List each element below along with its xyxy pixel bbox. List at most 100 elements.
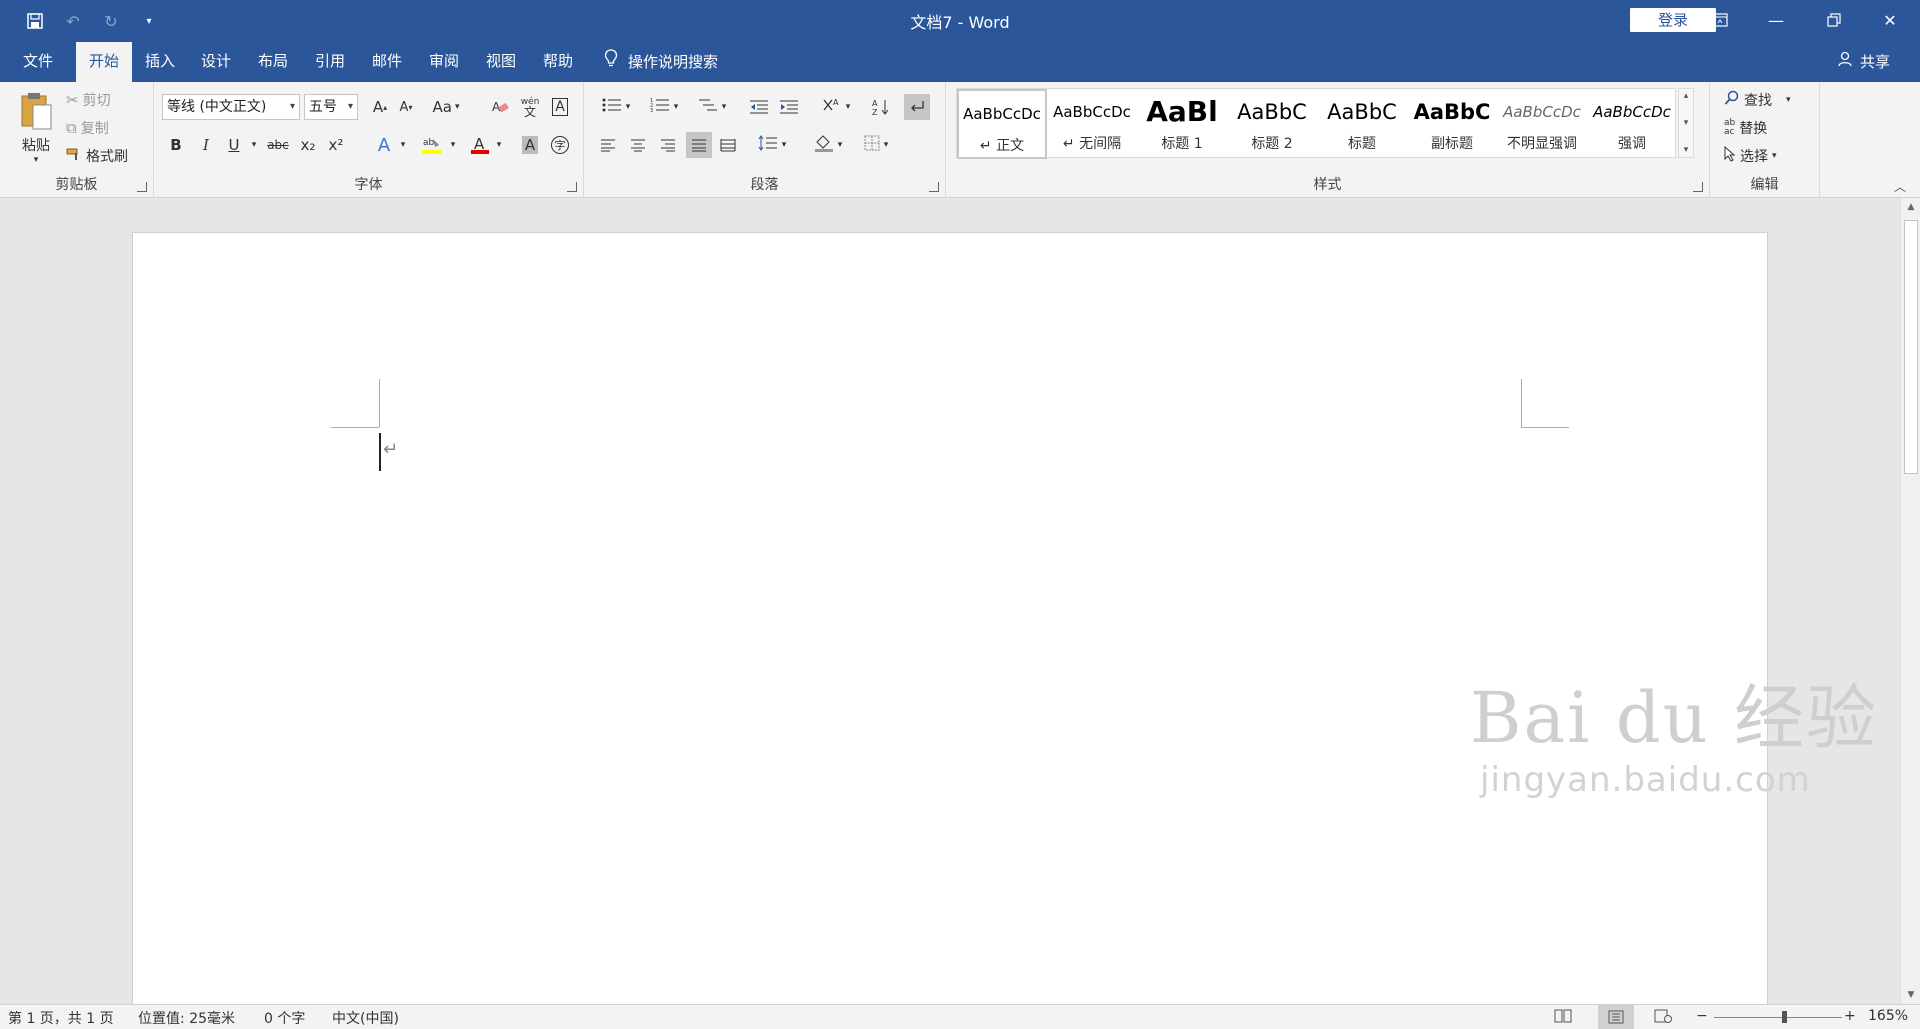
tab-home[interactable]: 开始 (76, 42, 132, 82)
character-shading-icon[interactable]: A (518, 132, 542, 158)
tell-me-search[interactable]: 操作说明搜索 (604, 42, 718, 82)
styles-gallery-scroll[interactable]: ▴ ▾ ▾ (1678, 88, 1694, 158)
ribbon-tabs: 文件 开始 插入 设计 布局 引用 邮件 审阅 视图 帮助 操作说明搜索 共享 (0, 42, 1920, 82)
bold-button[interactable]: B (164, 132, 188, 158)
font-color-icon[interactable]: A (468, 132, 492, 158)
crop-mark-top-right-v (1521, 379, 1522, 427)
language[interactable]: 中文(中国) (332, 1008, 399, 1028)
zoom-slider-track[interactable] (1714, 1017, 1842, 1018)
close-icon[interactable]: ✕ (1862, 0, 1918, 40)
cut-button[interactable]: ✂ 剪切 (66, 88, 111, 112)
style-normal[interactable]: AaBbCcDc ↵ 正文 (957, 89, 1047, 159)
align-left-icon[interactable] (596, 132, 620, 158)
find-button[interactable]: 查找 ▾ (1724, 88, 1791, 112)
superscript-button[interactable]: x² (324, 132, 348, 158)
scrollbar-thumb[interactable] (1904, 220, 1918, 474)
shading-button[interactable]: ▾ (808, 132, 848, 158)
style-title[interactable]: AaBbC 标题 (1317, 89, 1407, 159)
justify-icon[interactable] (686, 132, 712, 158)
more-styles-icon[interactable]: ▾ (1684, 145, 1689, 155)
tab-review[interactable]: 审阅 (416, 42, 472, 82)
text-effects-icon[interactable]: A (372, 132, 396, 158)
strikethrough-button[interactable]: abc (264, 132, 292, 158)
scroll-down-icon[interactable]: ▼ (1901, 986, 1920, 1004)
chevron-down-icon[interactable]: ▾ (448, 132, 458, 158)
select-button[interactable]: 选择 ▾ (1724, 144, 1777, 168)
minimize-icon[interactable]: — (1748, 0, 1804, 40)
decrease-indent-icon[interactable] (746, 94, 772, 120)
numbering-button[interactable]: 123 ▾ (644, 94, 684, 120)
line-spacing-button[interactable]: ▾ (752, 132, 792, 158)
tab-mailings[interactable]: 邮件 (359, 42, 415, 82)
zoom-level[interactable]: 165% (1868, 1008, 1908, 1024)
font-launcher-icon[interactable] (567, 182, 577, 192)
character-border-icon[interactable]: A (548, 94, 572, 120)
tab-insert[interactable]: 插入 (132, 42, 188, 82)
increase-indent-icon[interactable] (776, 94, 802, 120)
underline-button[interactable]: U (222, 132, 246, 158)
share-button[interactable]: 共享 (1838, 42, 1890, 82)
web-layout-icon[interactable] (1654, 1009, 1672, 1027)
style-emphasis[interactable]: AaBbCcDc 强调 (1587, 89, 1677, 159)
show-formatting-marks-icon[interactable] (904, 94, 930, 120)
style-no-spacing[interactable]: AaBbCcDc ↵ 无间隔 (1047, 89, 1137, 159)
align-center-icon[interactable] (626, 132, 650, 158)
ribbon-display-icon[interactable] (1692, 0, 1748, 40)
enclose-characters-icon[interactable]: 字 (548, 132, 572, 158)
scroll-up-icon[interactable]: ▲ (1901, 198, 1920, 216)
style-subtitle[interactable]: AaBbC 副标题 (1407, 89, 1497, 159)
scroll-down-icon[interactable]: ▾ (1684, 118, 1689, 128)
tab-layout[interactable]: 布局 (245, 42, 301, 82)
subscript-button[interactable]: x₂ (296, 132, 320, 158)
chevron-down-icon[interactable]: ▾ (494, 132, 504, 158)
chevron-down-icon[interactable]: ▾ (248, 132, 260, 158)
multilevel-list-button[interactable]: ▾ (692, 94, 732, 120)
phonetic-guide-button[interactable]: wén 文 (518, 94, 542, 120)
collapse-ribbon-icon[interactable]: ︿ (1894, 178, 1906, 195)
read-mode-icon[interactable] (1554, 1009, 1572, 1027)
distributed-icon[interactable] (716, 132, 740, 158)
font-name-combobox[interactable]: 等线 (中文正文) ▾ (162, 94, 300, 120)
zoom-in-button[interactable]: + (1844, 1008, 1856, 1024)
position-value[interactable]: 位置值: 25毫米 (138, 1008, 235, 1028)
grow-font-icon[interactable]: A ▴ (368, 94, 392, 120)
restore-icon[interactable] (1806, 0, 1862, 40)
tab-design[interactable]: 设计 (188, 42, 244, 82)
highlight-color-icon[interactable]: ab (418, 132, 446, 158)
replace-button[interactable]: ab ac 替换 (1724, 116, 1767, 140)
clear-formatting-icon[interactable]: A (488, 94, 512, 120)
asian-layout-button[interactable]: A ▾ (816, 94, 856, 120)
paste-button[interactable]: 粘贴 ▾ (14, 88, 58, 168)
document-page[interactable]: ↵ (132, 232, 1768, 1004)
vertical-scrollbar[interactable]: ▲ ▼ (1900, 198, 1920, 1004)
style-heading-2[interactable]: AaBbC 标题 2 (1227, 89, 1317, 159)
paragraph-launcher-icon[interactable] (929, 182, 939, 192)
styles-launcher-icon[interactable] (1693, 182, 1703, 192)
align-right-icon[interactable] (656, 132, 680, 158)
shrink-font-icon[interactable]: A ▾ (394, 94, 418, 120)
borders-button[interactable]: ▾ (856, 132, 896, 158)
chevron-down-icon[interactable]: ▾ (398, 132, 408, 158)
clipboard-launcher-icon[interactable] (137, 182, 147, 192)
tab-references[interactable]: 引用 (302, 42, 358, 82)
page-count[interactable]: 第 1 页，共 1 页 (8, 1008, 114, 1028)
tab-help[interactable]: 帮助 (530, 42, 586, 82)
style-heading-1[interactable]: AaBl 标题 1 (1137, 89, 1227, 159)
copy-button[interactable]: ⧉ 复制 (66, 116, 109, 140)
style-subtle-emphasis[interactable]: AaBbCcDc 不明显强调 (1497, 89, 1587, 159)
format-painter-button[interactable]: 格式刷 (66, 144, 128, 168)
change-case-button[interactable]: Aa ▾ (426, 94, 466, 120)
scroll-up-icon[interactable]: ▴ (1684, 91, 1689, 101)
font-size-combobox[interactable]: 五号 ▾ (304, 94, 358, 120)
zoom-slider-thumb[interactable] (1782, 1011, 1788, 1023)
print-layout-icon[interactable] (1598, 1005, 1634, 1029)
bullets-button[interactable]: ▾ (596, 94, 636, 120)
zoom-out-button[interactable]: − (1696, 1008, 1708, 1024)
tab-file[interactable]: 文件 (10, 42, 66, 82)
word-count[interactable]: 0 个字 (264, 1008, 305, 1028)
tell-me-label: 操作说明搜索 (628, 53, 719, 71)
tab-view[interactable]: 视图 (473, 42, 529, 82)
style-preview: AaBl (1146, 95, 1218, 128)
italic-button[interactable]: I (194, 132, 218, 158)
sort-icon[interactable]: AZ (868, 94, 894, 120)
